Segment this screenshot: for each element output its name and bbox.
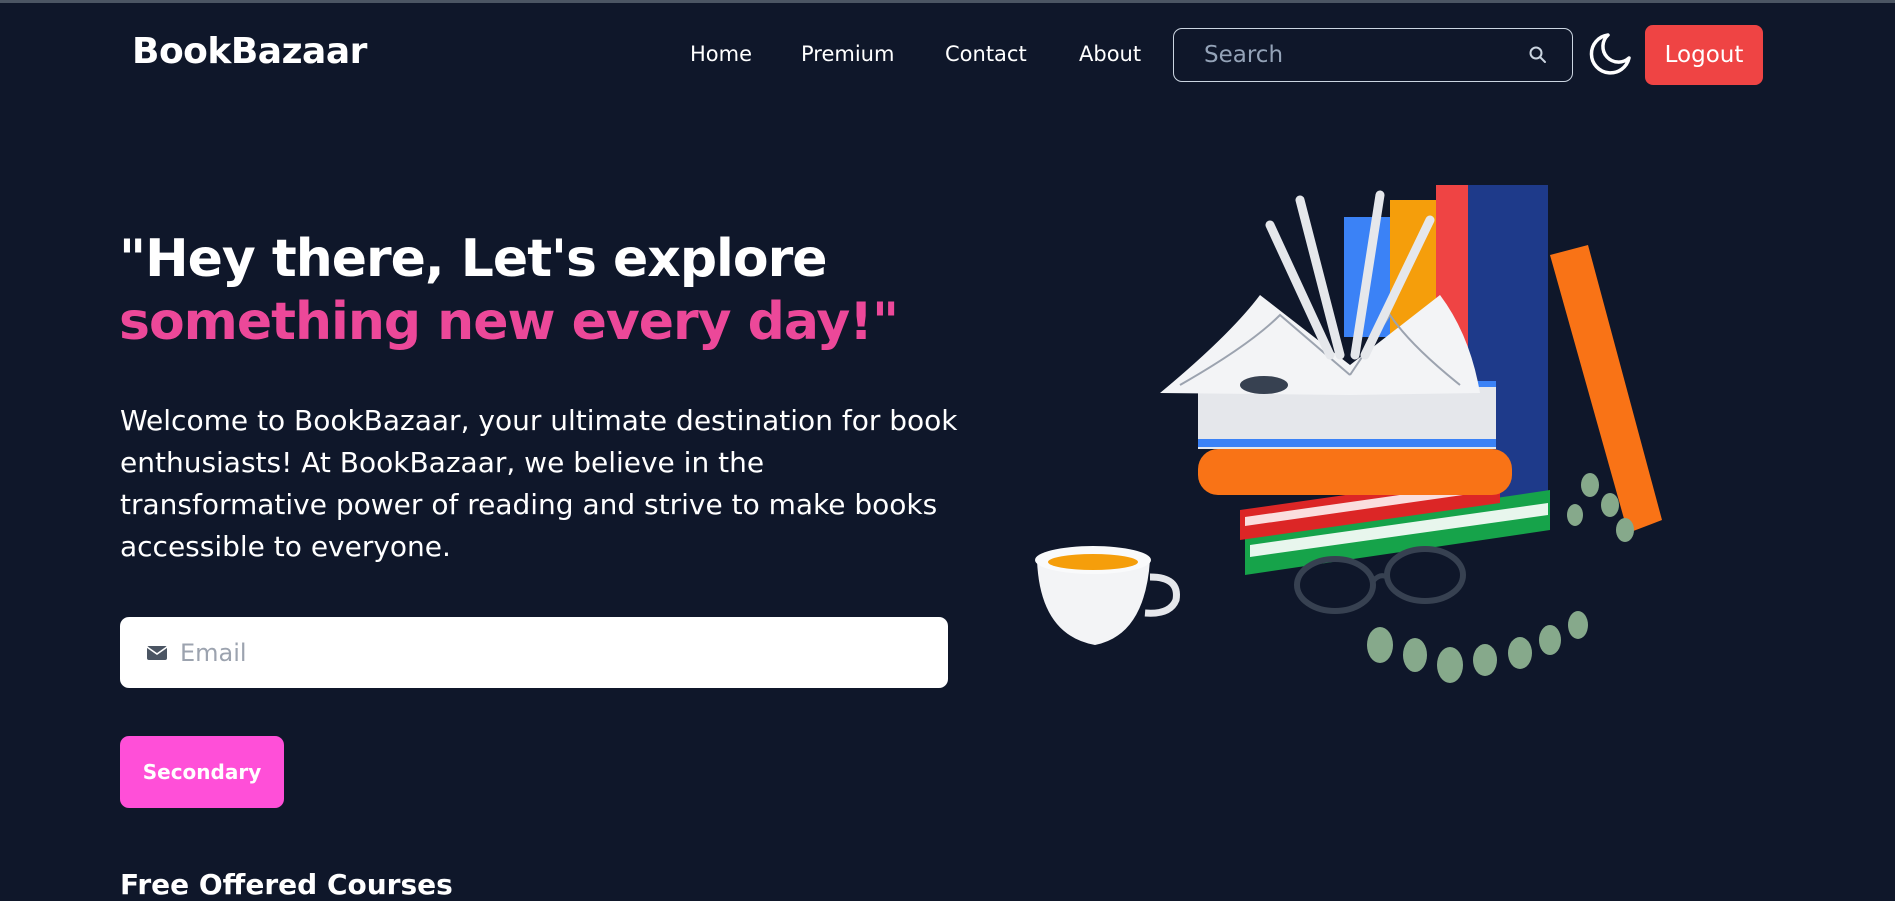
hero-title-line-1: "Hey there, Let's explore [119,229,828,289]
moon-icon[interactable] [1586,30,1634,78]
search-box [1173,28,1573,82]
secondary-button[interactable]: Secondary [120,736,284,808]
hero-title: "Hey there, Let's explore something new … [119,228,899,354]
books-stack-illustration [1035,185,1662,683]
hero-description: Welcome to BookBazaar, your ultimate des… [120,404,958,563]
nav-link-home[interactable]: Home [690,42,752,66]
logout-button[interactable]: Logout [1645,25,1763,85]
envelope-icon [146,646,168,660]
nav-link-contact[interactable]: Contact [945,42,1027,66]
nav-link-about[interactable]: About [1079,42,1141,66]
glasses [1294,556,1376,614]
open-book [1160,295,1480,395]
courses-heading: Free Offered Courses [120,868,453,901]
email-field[interactable] [180,633,920,673]
email-field-container [120,617,948,688]
navbar: BookBazaar Home Premium Contact About Lo… [0,0,1895,110]
nav-link-premium[interactable]: Premium [801,42,894,66]
search-input[interactable] [1204,37,1514,73]
brand-logo[interactable]: BookBazaar [132,31,367,72]
hero-title-line-2: something new every day!" [119,292,899,352]
leaning-book-orange [1550,245,1662,533]
search-icon[interactable] [1528,45,1548,65]
stack-book-orange [1198,449,1512,495]
